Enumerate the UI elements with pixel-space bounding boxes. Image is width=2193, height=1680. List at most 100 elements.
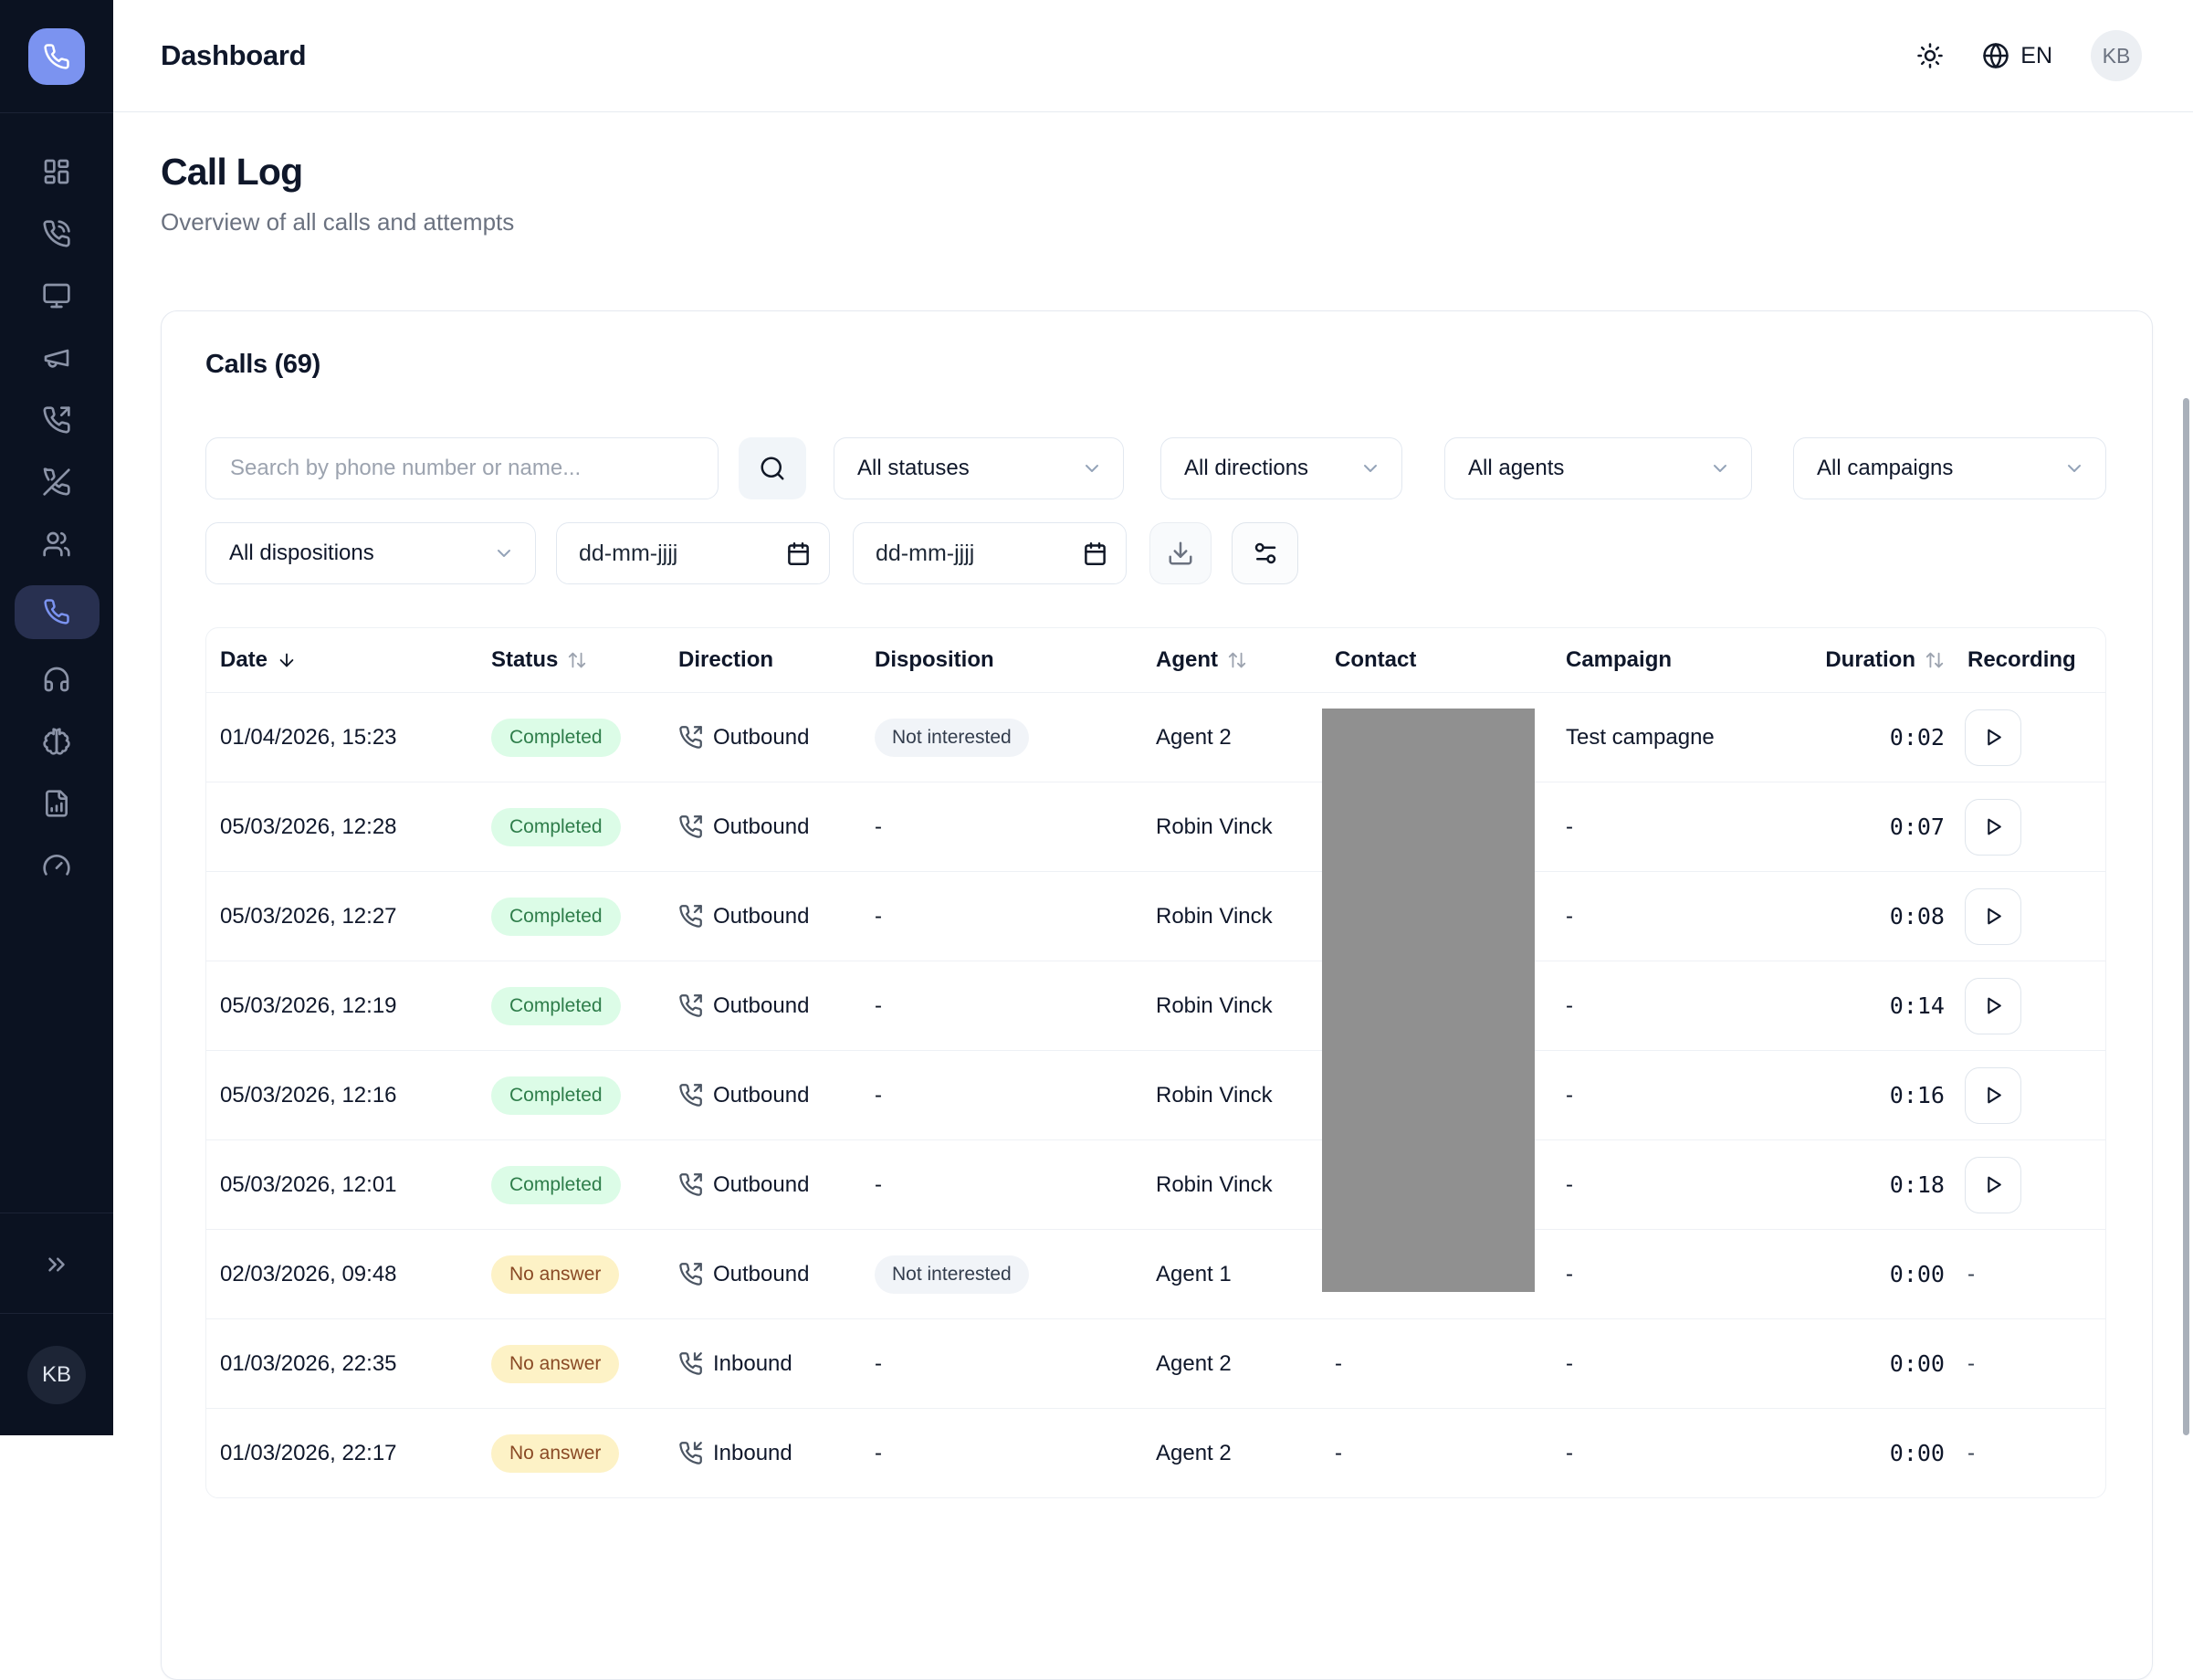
cell-recording: - xyxy=(1945,1067,2105,1124)
theme-toggle-button[interactable] xyxy=(1916,42,1944,69)
sidebar-item-performance[interactable] xyxy=(0,835,113,897)
status-badge: Completed xyxy=(491,1076,621,1115)
table-row[interactable]: 02/03/2026, 09:48 No answer Outbound Not… xyxy=(206,1229,2105,1318)
user-avatar[interactable]: KB xyxy=(2091,30,2142,81)
recording-dash: - xyxy=(1965,1351,1975,1377)
cell-disposition: - xyxy=(861,1351,1142,1377)
chevron-down-icon xyxy=(1081,457,1103,479)
disposition-badge: - xyxy=(875,1172,882,1198)
date-from-value: dd-mm-jjjj xyxy=(579,541,677,567)
phone-incoming-icon xyxy=(678,1351,703,1376)
dashboard-grid-icon xyxy=(42,157,71,186)
cell-campaign: - xyxy=(1552,1351,1789,1377)
sidebar-item-contacts[interactable] xyxy=(0,513,113,575)
disposition-badge: - xyxy=(875,1441,882,1466)
search-button[interactable] xyxy=(739,437,806,499)
table-row[interactable]: 05/03/2026, 12:01 Completed Outbound - R… xyxy=(206,1139,2105,1229)
column-header-campaign: Campaign xyxy=(1552,647,1789,673)
table-row[interactable]: 01/04/2026, 15:23 Completed Outbound Not… xyxy=(206,692,2105,782)
column-label: Agent xyxy=(1156,647,1218,673)
sidebar-item-missed-calls[interactable] xyxy=(0,451,113,513)
cell-status: Completed xyxy=(477,808,665,846)
sidebar-item-campaigns[interactable] xyxy=(0,327,113,389)
column-settings-button[interactable] xyxy=(1232,522,1298,584)
status-filter[interactable]: All statuses xyxy=(834,437,1124,499)
disposition-badge: Not interested xyxy=(875,1255,1029,1294)
disposition-badge: - xyxy=(875,1351,882,1377)
chevron-down-icon xyxy=(1359,457,1381,479)
page-scrollbar-thumb[interactable] xyxy=(2183,398,2189,1435)
play-icon xyxy=(1982,1084,2005,1107)
play-recording-button[interactable] xyxy=(1965,1157,2021,1213)
sidebar-item-monitoring[interactable] xyxy=(0,265,113,327)
cell-recording: - xyxy=(1945,1441,2105,1466)
cell-campaign: - xyxy=(1552,1262,1789,1287)
cell-status: Completed xyxy=(477,1166,665,1204)
play-recording-button[interactable] xyxy=(1965,978,2021,1034)
cell-agent: Agent 1 xyxy=(1142,1262,1321,1287)
cell-direction: Outbound xyxy=(665,904,861,929)
cell-status: No answer xyxy=(477,1434,665,1473)
sidebar-item-listening[interactable] xyxy=(0,648,113,710)
language-selector[interactable]: EN xyxy=(1982,42,2052,69)
table-row[interactable]: 05/03/2026, 12:28 Completed Outbound - R… xyxy=(206,782,2105,871)
cell-recording: - xyxy=(1945,888,2105,945)
app-logo[interactable] xyxy=(28,28,85,85)
sidebar-item-calls[interactable] xyxy=(0,203,113,265)
direction-label: Inbound xyxy=(713,1351,792,1377)
play-recording-button[interactable] xyxy=(1965,799,2021,856)
sidebar-item-outbound[interactable] xyxy=(0,389,113,451)
sidebar-item-ai[interactable] xyxy=(0,710,113,772)
sidebar-item-dashboard[interactable] xyxy=(0,141,113,203)
status-badge: No answer xyxy=(491,1434,619,1473)
table-row[interactable]: 05/03/2026, 12:16 Completed Outbound - R… xyxy=(206,1050,2105,1139)
chevron-down-icon xyxy=(493,542,515,564)
column-header-date[interactable]: Date xyxy=(206,647,477,673)
play-recording-button[interactable] xyxy=(1965,709,2021,766)
cell-direction: Outbound xyxy=(665,725,861,751)
disposition-badge: - xyxy=(875,904,882,929)
cell-date: 01/04/2026, 15:23 xyxy=(206,725,477,751)
cell-date: 05/03/2026, 12:19 xyxy=(206,993,477,1019)
export-button[interactable] xyxy=(1149,522,1212,584)
column-label: Disposition xyxy=(875,647,994,673)
table-row[interactable]: 05/03/2026, 12:19 Completed Outbound - R… xyxy=(206,961,2105,1050)
cell-status: Completed xyxy=(477,1076,665,1115)
play-recording-button[interactable] xyxy=(1965,1067,2021,1124)
cell-duration: 0:16 xyxy=(1789,1082,1945,1108)
cell-agent: Robin Vinck xyxy=(1142,1083,1321,1108)
cell-date: 05/03/2026, 12:01 xyxy=(206,1172,477,1198)
date-from-input[interactable]: dd-mm-jjjj xyxy=(556,522,830,584)
sun-icon xyxy=(1916,42,1944,69)
status-badge: Completed xyxy=(491,898,621,936)
disposition-filter[interactable]: All dispositions xyxy=(205,522,536,584)
play-recording-button[interactable] xyxy=(1965,888,2021,945)
cell-agent: Robin Vinck xyxy=(1142,814,1321,840)
column-header-agent[interactable]: Agent xyxy=(1142,647,1321,673)
date-to-input[interactable]: dd-mm-jjjj xyxy=(853,522,1127,584)
sidebar-item-reports[interactable] xyxy=(0,772,113,835)
agent-filter[interactable]: All agents xyxy=(1444,437,1752,499)
phone-icon xyxy=(43,43,70,70)
search-input[interactable] xyxy=(205,437,719,499)
cell-campaign: - xyxy=(1552,993,1789,1019)
table-row[interactable]: 05/03/2026, 12:27 Completed Outbound - R… xyxy=(206,871,2105,961)
direction-label: Inbound xyxy=(713,1441,792,1466)
campaign-filter[interactable]: All campaigns xyxy=(1793,437,2106,499)
cell-agent: Agent 2 xyxy=(1142,725,1321,751)
sort-toggle-icon xyxy=(1227,650,1247,670)
cell-status: Completed xyxy=(477,719,665,757)
cell-contact: - xyxy=(1321,1441,1552,1466)
direction-filter[interactable]: All directions xyxy=(1160,437,1402,499)
sidebar-item-call-log[interactable] xyxy=(0,575,113,648)
calls-card-title: Calls (69) xyxy=(205,350,2108,380)
page-header-title: Dashboard xyxy=(161,39,306,72)
sidebar-user-avatar[interactable]: KB xyxy=(27,1346,86,1404)
table-row[interactable]: 01/03/2026, 22:35 No answer Inbound - Ag… xyxy=(206,1318,2105,1408)
page-title: Call Log xyxy=(161,151,2193,194)
table-row[interactable]: 01/03/2026, 22:17 No answer Inbound - Ag… xyxy=(206,1408,2105,1497)
column-header-status[interactable]: Status xyxy=(477,647,665,673)
sidebar-expand-button[interactable] xyxy=(0,1234,113,1295)
column-header-duration[interactable]: Duration xyxy=(1789,647,1945,673)
calls-table: Date Status Direction Disposition Agent xyxy=(205,627,2106,1498)
